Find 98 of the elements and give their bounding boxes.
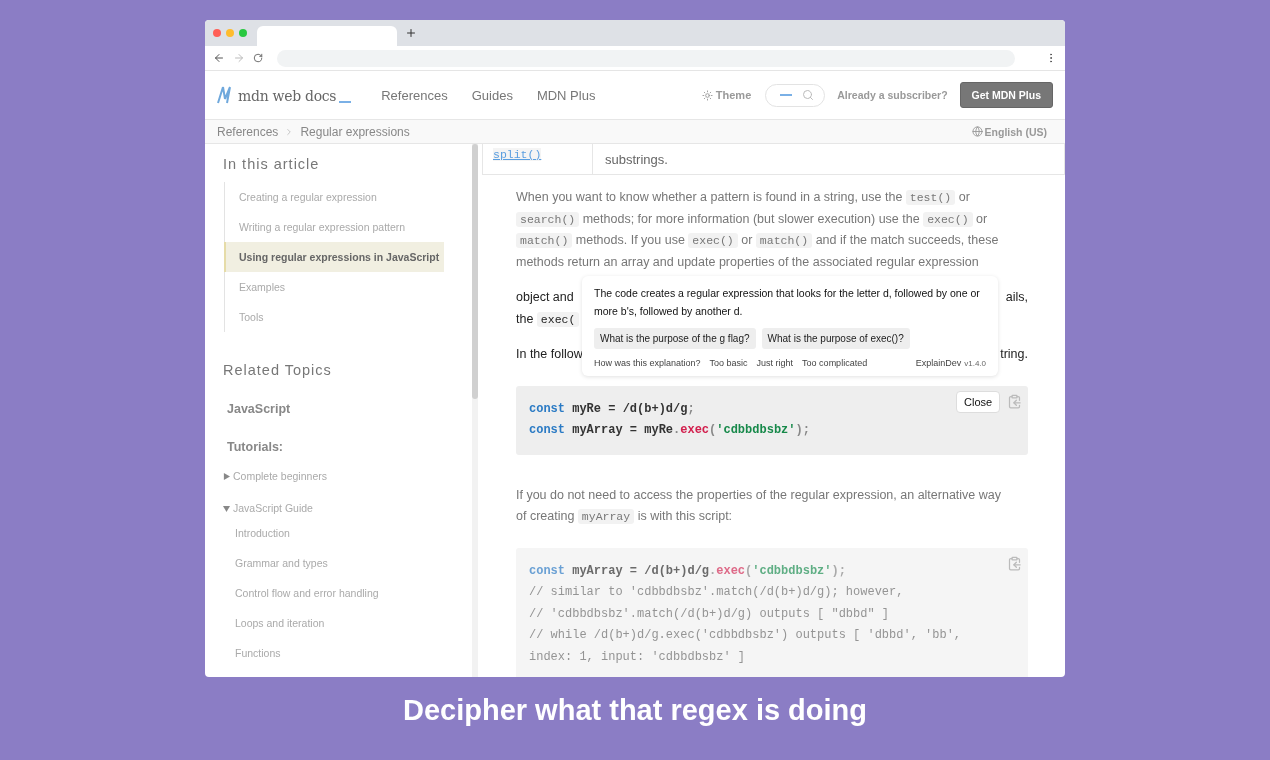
inline-code: exec() bbox=[688, 233, 738, 248]
code-token: ); bbox=[831, 563, 846, 578]
paragraph-text: If you do not need to access the properties of the regular expression, an alternative way bbox=[516, 487, 1001, 502]
brand-text: ExplainDev v1.4.0 bbox=[915, 358, 986, 368]
section-title: JavaScript bbox=[227, 402, 292, 416]
paragraph-text: In the follow bbox=[516, 347, 583, 361]
paragraph-text: ails, bbox=[1005, 290, 1028, 304]
scrollbar-thumb[interactable] bbox=[472, 144, 478, 399]
caption: Decipher what that regex is doing bbox=[402, 694, 868, 727]
tree-child-item[interactable]: Grammar and types bbox=[235, 548, 472, 578]
suggestion-chip[interactable]: What is the purpose of exec()? bbox=[761, 328, 910, 349]
zoom-light-icon[interactable] bbox=[239, 29, 247, 37]
tree-child-item[interactable]: Introduction bbox=[235, 518, 472, 548]
tutorials-title: Tutorials: bbox=[227, 440, 285, 454]
toc-title: In this article bbox=[223, 156, 321, 172]
paragraph-text: object and bbox=[516, 290, 574, 304]
paragraph-text: methods return an array and update properties of the associated regular expression bbox=[516, 254, 979, 269]
nav-link[interactable]: Guides bbox=[471, 87, 513, 103]
related-title: Related Topics bbox=[223, 362, 333, 378]
paragraph-text: of creating bbox=[516, 509, 576, 523]
forward-icon[interactable] bbox=[233, 52, 245, 64]
paragraph-text: When you want to know whether a pattern is found in a string, use the bbox=[516, 190, 904, 204]
method-link[interactable]: split() bbox=[493, 148, 542, 161]
language-button[interactable]: English (US) bbox=[965, 124, 1053, 139]
feedback-link[interactable]: Too complicated bbox=[802, 358, 868, 368]
suggestion-chip[interactable]: What is the purpose of the g flag? bbox=[594, 328, 756, 349]
feedback-link[interactable]: Too basic bbox=[709, 358, 748, 368]
code-token: // while /d(b+)d/g.exec('cdbbdbsbz') outputs [ 'dbbd', 'bb', bbox=[529, 628, 962, 642]
feedback-prompt: How was this explanation? bbox=[594, 358, 701, 368]
breadcrumb-link[interactable]: Regular expressions bbox=[300, 124, 410, 139]
code-token: . bbox=[709, 563, 717, 578]
code-token: ( bbox=[709, 423, 717, 437]
code-token: // 'cdbbdbsbz'.match(/d(b+)d/g) outputs [ "dbbd" ] bbox=[529, 606, 890, 621]
code-token: myArray = /d(b+)d/g bbox=[571, 563, 710, 578]
code-token: const bbox=[529, 401, 565, 416]
paragraph-text: and if the match succeeds, these bbox=[814, 233, 999, 247]
theme-button[interactable]: Theme bbox=[701, 89, 752, 101]
subscriber-link[interactable]: Already a subscriber? bbox=[837, 89, 948, 101]
tree-item[interactable]: JavaScript Guide bbox=[223, 498, 472, 518]
globe-icon bbox=[971, 126, 983, 137]
tree-item[interactable]: Complete beginners bbox=[223, 466, 472, 486]
code-token: myRe = /d(b+)d/g bbox=[571, 401, 688, 416]
paragraph-text: methods. If you use bbox=[574, 233, 686, 247]
breadcrumb-link[interactable]: References bbox=[217, 124, 279, 139]
tree-child-item[interactable]: Loops and iteration bbox=[235, 608, 472, 638]
code-token: ; bbox=[687, 401, 695, 416]
inline-code: match() bbox=[516, 233, 573, 248]
table-cell: substrings. bbox=[605, 151, 668, 167]
inline-code: exec() bbox=[923, 211, 973, 227]
toc-item[interactable]: Tools bbox=[224, 302, 444, 332]
paragraph-text: or bbox=[975, 211, 988, 226]
paragraph-text: or bbox=[740, 233, 754, 247]
code-token: ); bbox=[795, 423, 810, 437]
feedback-link[interactable]: Just right bbox=[756, 358, 794, 368]
toc-item[interactable]: Examples bbox=[224, 272, 444, 302]
clipboard-icon[interactable] bbox=[1007, 393, 1022, 409]
paragraph-text: tring. bbox=[1000, 347, 1028, 361]
paragraph-text: the bbox=[516, 311, 535, 326]
code-token: myArray = myRe bbox=[571, 423, 674, 437]
toc-item[interactable]: Writing a regular expression pattern bbox=[224, 212, 444, 242]
code-token: const bbox=[529, 423, 565, 437]
reload-icon[interactable] bbox=[253, 53, 263, 63]
get-plus-button[interactable]: Get MDN Plus bbox=[959, 82, 1053, 108]
paragraph-text: or bbox=[957, 190, 970, 204]
inline-code: myArray bbox=[577, 509, 635, 524]
code-token: // similar to 'cdbbdbsbz'.match(/d(b+)d/g); however, bbox=[529, 585, 904, 599]
tree-child-item[interactable]: Control flow and error handling bbox=[235, 578, 472, 608]
logo-text[interactable]: mdn web docs bbox=[238, 88, 337, 104]
toc-item[interactable]: Creating a regular expression bbox=[224, 182, 444, 212]
back-icon[interactable] bbox=[213, 52, 225, 64]
toc-item[interactable]: Using regular expressions in JavaScript bbox=[224, 242, 444, 272]
inline-code: test() bbox=[905, 190, 956, 205]
code-token: . bbox=[673, 423, 681, 437]
code-token: index: 1, input: 'cdbbdbsbz' ] bbox=[529, 649, 746, 664]
clipboard-icon[interactable] bbox=[1007, 555, 1022, 571]
paragraph-text: methods; for more information (but slower execution) use the bbox=[581, 211, 921, 226]
code-token: const bbox=[529, 563, 565, 578]
close-light-icon[interactable] bbox=[213, 29, 221, 37]
nav-link[interactable]: References bbox=[381, 87, 448, 103]
nav-link[interactable]: MDN Plus bbox=[536, 87, 596, 103]
code-token: ( bbox=[745, 563, 753, 578]
inline-code: search() bbox=[516, 211, 580, 227]
inline-code: match() bbox=[755, 233, 813, 248]
code-token: exec bbox=[716, 563, 746, 578]
plus-icon[interactable] bbox=[405, 27, 417, 39]
tree-child-item[interactable]: Functions bbox=[235, 638, 472, 668]
search-icon bbox=[802, 89, 815, 101]
code-token: exec bbox=[680, 423, 710, 437]
paragraph-text: is with this script: bbox=[636, 509, 733, 523]
close-button[interactable]: Close bbox=[956, 391, 1001, 413]
explanation-text: The code creates a regular expression that looks for the letter d, followed by one or more b's, followed by another d. bbox=[594, 286, 981, 319]
code-token: 'cdbbdbsbz' bbox=[716, 423, 796, 437]
browser-tab[interactable] bbox=[257, 26, 397, 46]
sun-icon bbox=[701, 89, 713, 101]
minimize-light-icon[interactable] bbox=[226, 29, 234, 37]
inline-code: exec( bbox=[536, 311, 580, 327]
code-token: 'cdbbdbsbz' bbox=[752, 563, 832, 578]
cursor-icon bbox=[339, 101, 352, 103]
